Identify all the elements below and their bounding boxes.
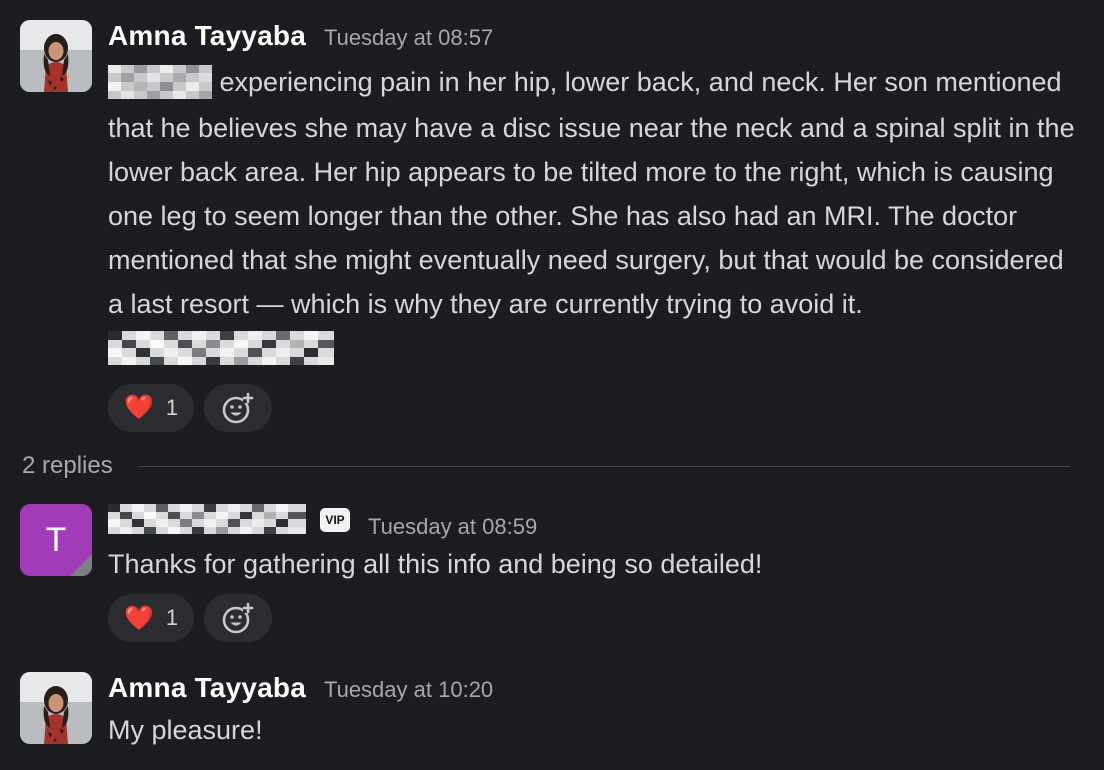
reaction-heart[interactable]: ❤️ 1 <box>108 594 195 642</box>
add-reaction-icon <box>222 602 254 634</box>
redacted-text <box>108 328 334 372</box>
reaction-heart[interactable]: ❤️ 1 <box>108 383 195 432</box>
reactions-row: ❤️ 1 <box>108 594 1084 642</box>
replies-divider: 2 replies <box>22 452 1070 480</box>
heart-icon: ❤️ <box>124 394 154 422</box>
message: Amna Tayyaba Tuesday at 10:20 My pleasur… <box>20 672 1084 752</box>
avatar-letter: T <box>45 520 67 559</box>
avatar[interactable] <box>20 672 92 744</box>
add-reaction-icon <box>222 392 254 424</box>
author-name[interactable]: Amna Tayyaba <box>108 672 306 704</box>
avatar-photo <box>20 672 92 744</box>
redacted-text <box>108 62 212 106</box>
redacted-name <box>108 504 306 539</box>
message: Amna Tayyaba Tuesday at 08:57 experienci… <box>20 20 1084 432</box>
vip-badge: VIP <box>320 508 350 532</box>
timestamp[interactable]: Tuesday at 10:20 <box>324 677 493 703</box>
author-name[interactable]: Amna Tayyaba <box>108 20 306 52</box>
reactions-row: ❤️ 1 <box>108 383 1084 432</box>
add-reaction-button[interactable] <box>204 383 273 432</box>
reaction-count: 1 <box>165 605 179 630</box>
avatar[interactable]: T <box>20 504 92 576</box>
thread-view: Amna Tayyaba Tuesday at 08:57 experienci… <box>0 0 1104 770</box>
heart-icon: ❤️ <box>124 604 154 632</box>
message-text-content: experiencing pain in her hip, lower back… <box>108 67 1075 319</box>
reaction-count: 1 <box>165 394 179 420</box>
avatar-photo <box>20 20 92 92</box>
divider-line <box>138 465 1070 467</box>
message-text: My pleasure! <box>108 715 263 745</box>
message: T VIP Tuesday at 08:59 Thanks for gather… <box>20 504 1084 644</box>
message-text: experiencing pain in her hip, lower back… <box>108 60 1076 372</box>
message-text: Thanks for gathering all this info and b… <box>108 549 763 579</box>
avatar[interactable] <box>20 20 92 92</box>
replies-count: 2 replies <box>22 452 113 479</box>
add-reaction-button[interactable] <box>204 594 273 642</box>
timestamp[interactable]: Tuesday at 08:59 <box>368 514 537 540</box>
timestamp[interactable]: Tuesday at 08:57 <box>324 25 493 51</box>
presence-indicator <box>70 554 92 576</box>
